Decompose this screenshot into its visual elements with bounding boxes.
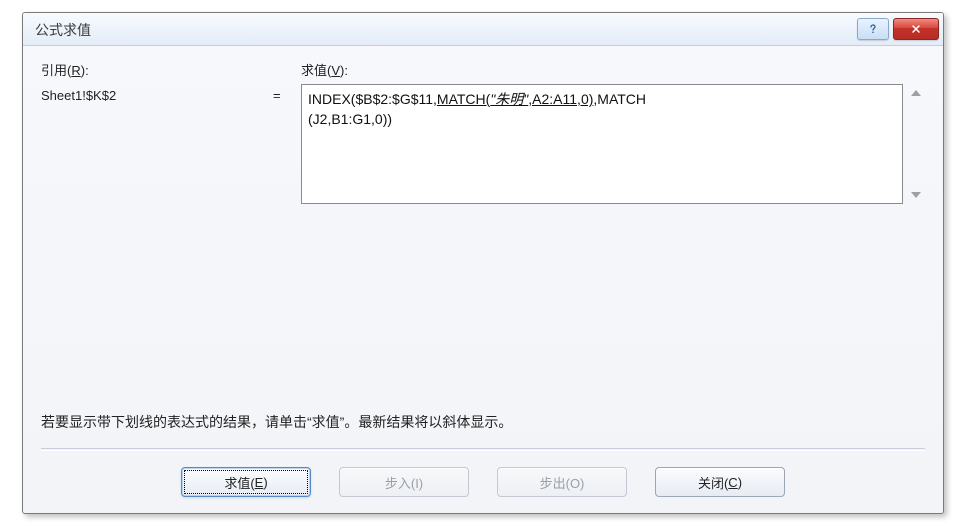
close-window-button[interactable] — [893, 18, 939, 40]
step-in-button: 步入(I) — [339, 467, 469, 497]
data-row: Sheet1!$K$2 = INDEX($B$2:$G$11,MATCH("朱明… — [41, 84, 925, 204]
dialog-client: 引用(R): 求值(V): Sheet1!$K$2 = INDEX($B$2:$… — [23, 46, 943, 513]
formula-italic-arg: "朱明" — [490, 91, 528, 107]
close-icon — [910, 23, 922, 35]
reference-label: 引用(R): — [41, 60, 273, 79]
titlebar-buttons — [857, 18, 939, 40]
formula-line2: (J2,B1:G1,0)) — [308, 111, 392, 127]
evaluate-button-key: E — [255, 475, 264, 490]
evaluation-label-post: ): — [340, 63, 348, 78]
evaluation-label: 求值(V): — [301, 60, 925, 79]
formula-underlined-head: MATCH( — [437, 91, 490, 107]
close-button-pre: 关闭( — [698, 473, 728, 492]
reference-label-post: ): — [81, 63, 89, 78]
evaluation-box[interactable]: INDEX($B$2:$G$11,MATCH("朱明",A2:A11,0),MA… — [301, 84, 903, 204]
dialog-title: 公式求值 — [35, 19, 91, 40]
close-button-post: ) — [738, 475, 742, 490]
formula-pre: INDEX($B$2:$G$11, — [308, 91, 437, 107]
evaluate-button[interactable]: 求值(E) — [181, 467, 311, 497]
titlebar: 公式求值 — [23, 13, 943, 46]
close-button-key: C — [728, 475, 737, 490]
evaluation-label-pre: 求值( — [301, 63, 331, 78]
formula-underlined: MATCH("朱明",A2:A11,0) — [437, 91, 593, 107]
evaluate-button-post: ) — [263, 475, 267, 490]
scroll-up-icon — [911, 90, 921, 96]
column-headers: 引用(R): 求值(V): — [41, 60, 925, 82]
formula-post1: ,MATCH — [593, 91, 646, 107]
hint-text: 若要显示带下划线的表达式的结果，请单击“求值”。最新结果将以斜体显示。 — [41, 406, 925, 448]
reference-label-pre: 引用( — [41, 63, 71, 78]
evaluate-formula-dialog: 公式求值 引用(R): — [22, 12, 944, 514]
equals-sign: = — [273, 84, 301, 103]
help-icon — [867, 23, 879, 35]
step-out-button: 步出(O) — [497, 467, 627, 497]
scroll-down-icon — [911, 192, 921, 198]
button-row: 求值(E) 步入(I) 步出(O) 关闭(C) — [41, 467, 925, 497]
evaluate-button-pre: 求值( — [224, 473, 254, 492]
help-button[interactable] — [857, 18, 889, 40]
evaluation-label-key: V — [331, 63, 340, 78]
reference-label-key: R — [71, 63, 80, 78]
close-button[interactable]: 关闭(C) — [655, 467, 785, 497]
evaluation-scroll-indicator[interactable] — [907, 84, 925, 204]
step-out-button-label: 步出(O) — [540, 473, 585, 492]
separator — [41, 448, 925, 451]
formula-underlined-tail: ,A2:A11,0) — [528, 91, 593, 107]
step-in-button-label: 步入(I) — [385, 473, 423, 492]
reference-value: Sheet1!$K$2 — [41, 84, 273, 103]
